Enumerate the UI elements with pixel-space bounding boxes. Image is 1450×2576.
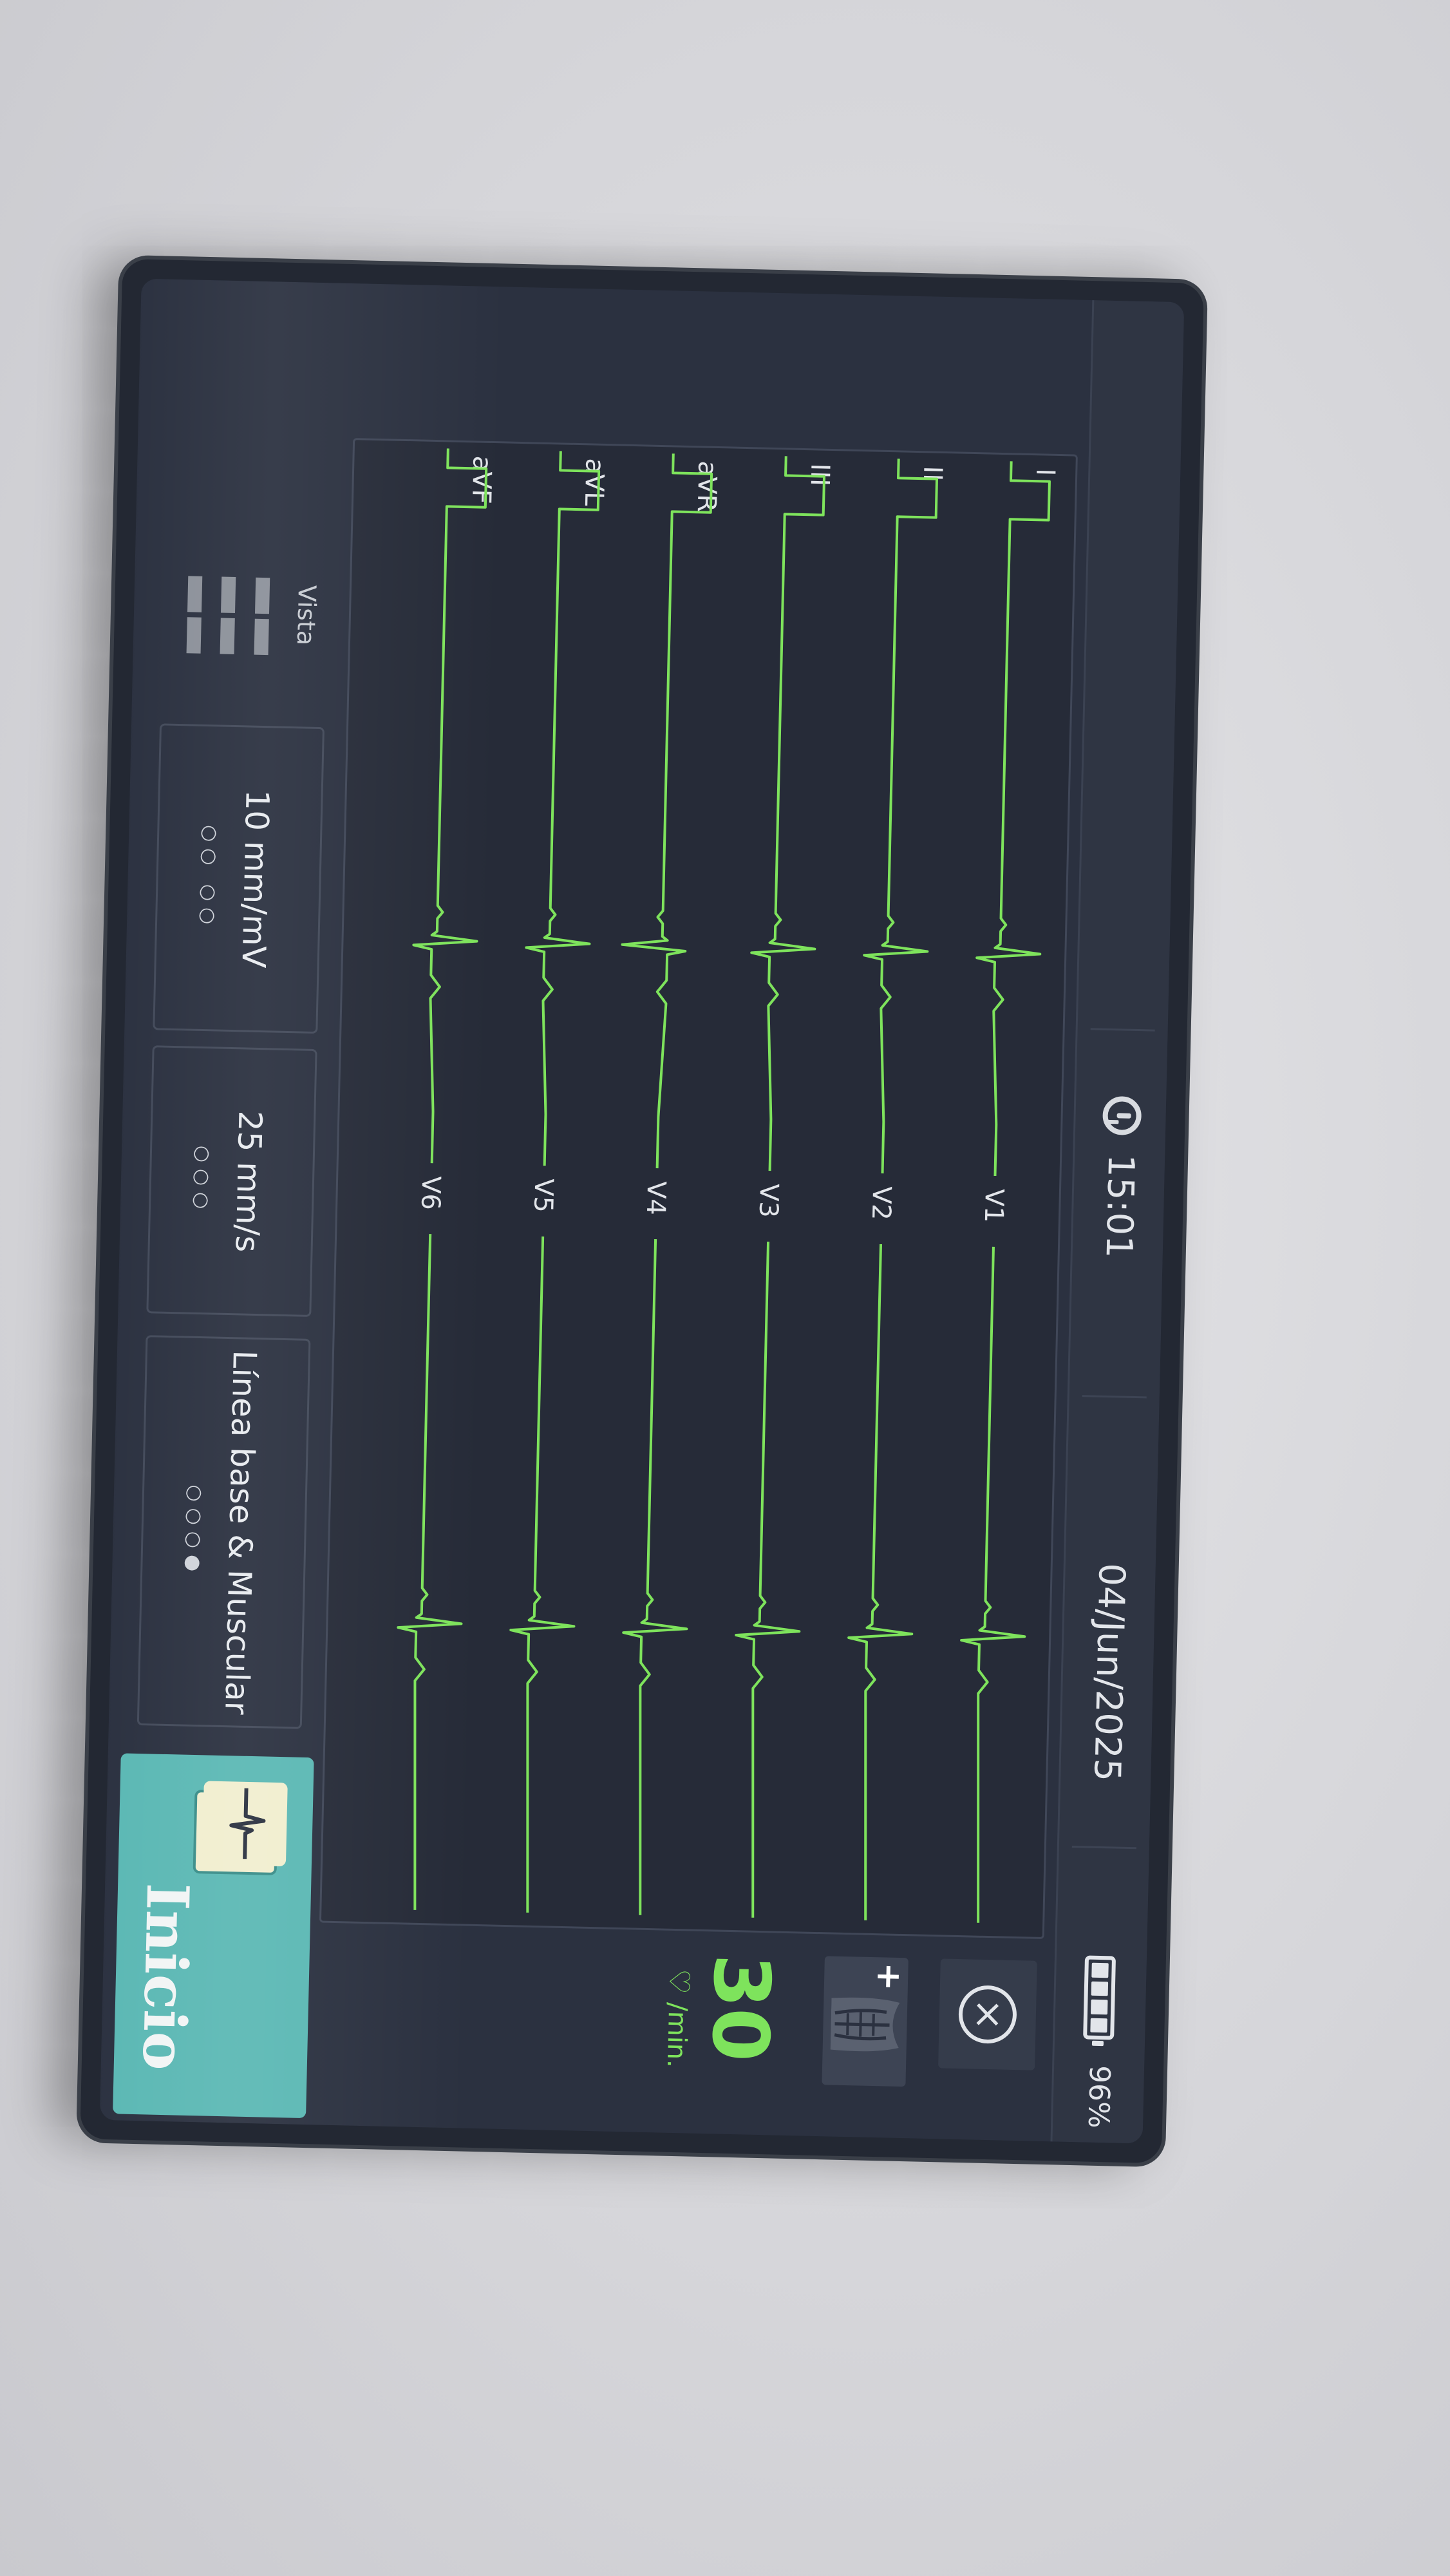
- close-icon: ×: [957, 1985, 1017, 2045]
- lead-placement-button[interactable]: +: [822, 1956, 909, 2087]
- photo-background: 15:01 04/Jun/2025 96% I V1 II V2 III V3 aVR V4 a…: [0, 0, 1450, 2576]
- battery-icon: [1083, 1955, 1116, 2040]
- lead-label-aVF: aVF: [466, 455, 497, 504]
- ecg-trace-aVR: [621, 453, 713, 1169]
- clock-time: 15:01: [1097, 1153, 1142, 1259]
- lead-label-aVR: aVR: [692, 460, 722, 513]
- start-button[interactable]: Inicio: [113, 1753, 314, 2119]
- gain-button[interactable]: 10 mm/mV ○○ ○○: [153, 723, 325, 1034]
- ecg-trace-II: [863, 459, 939, 1174]
- ecg-report-icon: [202, 1781, 288, 1867]
- ecg-trace-III: [750, 456, 826, 1171]
- ecg-trace-V4: [622, 1239, 688, 1915]
- gain-label: 10 mm/mV: [234, 789, 276, 969]
- clock-icon: [1102, 1095, 1142, 1136]
- ecg-trace-V2: [847, 1244, 914, 1920]
- lead-label-V4: V4: [641, 1181, 671, 1216]
- bottom-controls: Vista 10 mm/mV ○○ ○○ 25 mm/s ○○○ Línea b…: [100, 279, 348, 2125]
- status-divider: [1071, 1845, 1136, 1850]
- heart-rate-value: 30: [694, 1953, 786, 2063]
- ecg-device-screen: 15:01 04/Jun/2025 96% I V1 II V2 III V3 aVR V4 a…: [99, 278, 1185, 2144]
- date-display: 04/Jun/2025: [1086, 1562, 1133, 1782]
- heart-rate-unit-row: ♡ /min.: [661, 1969, 695, 2069]
- speed-label: 25 mm/s: [228, 1110, 269, 1253]
- heart-rate-unit: /min.: [661, 2002, 693, 2069]
- torso-icon: [830, 1997, 900, 2052]
- ecg-trace-V3: [735, 1241, 801, 1918]
- ecg-trace-I: [975, 461, 1051, 1177]
- ecg-trace-V5: [509, 1236, 576, 1913]
- status-divider: [1082, 1395, 1147, 1399]
- ecg-device-bezel: 15:01 04/Jun/2025 96% I V1 II V2 III V3 aVR V4 a…: [80, 258, 1204, 2164]
- lead-label-V6: V6: [415, 1176, 446, 1211]
- ecg-trace-aVF: [412, 448, 488, 1164]
- lead-label-V2: V2: [866, 1186, 896, 1220]
- heart-icon: ♡: [662, 1968, 696, 1995]
- filter-label: Línea base & Muscular: [218, 1350, 264, 1716]
- ecg-trace-V6: [397, 1234, 463, 1910]
- view-label: Vista: [291, 585, 322, 646]
- lead-label-aVL: aVL: [579, 458, 610, 507]
- gain-dots: ○○ ○○: [196, 824, 221, 931]
- lead-label-I: I: [1030, 468, 1060, 477]
- lead-label-V3: V3: [753, 1184, 784, 1218]
- ecg-waveform-svg: IV1IIV2IIIV3aVRV4aVLV5aVFV6: [397, 448, 1060, 1923]
- speed-dots: ○○○: [189, 1145, 214, 1216]
- speed-button[interactable]: 25 mm/s ○○○: [146, 1045, 317, 1317]
- brand-logo: [1378, 451, 1436, 940]
- ecg-trace-V1: [960, 1246, 1026, 1923]
- filter-dots: ○○○●: [181, 1484, 207, 1578]
- ecg-trace-aVL: [525, 451, 601, 1166]
- view-grid-icon[interactable]: [172, 576, 270, 656]
- close-button[interactable]: ×: [938, 1958, 1037, 2070]
- lead-label-V1: V1: [979, 1188, 1009, 1223]
- lead-label-V5: V5: [528, 1179, 558, 1213]
- status-divider: [1090, 1028, 1155, 1032]
- ecg-waveform-area: I V1 II V2 III V3 aVR V4 aVL V5 aVF V6: [319, 438, 1078, 1940]
- filter-button[interactable]: Línea base & Muscular ○○○●: [137, 1335, 311, 1729]
- start-label: Inicio: [129, 1882, 202, 2071]
- battery-percentage: 96%: [1081, 2065, 1116, 2129]
